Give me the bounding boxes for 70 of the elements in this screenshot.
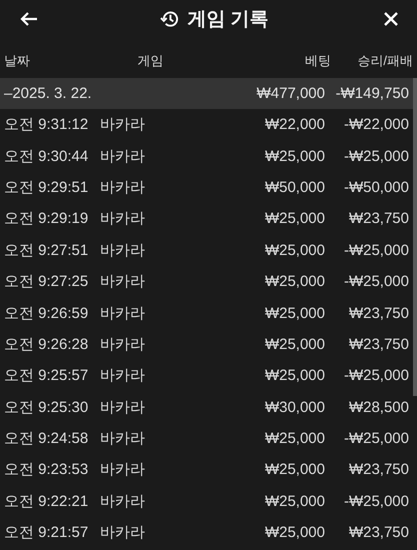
game-cell: 바카라	[100, 429, 145, 448]
group-bet-total: ₩477,000	[256, 85, 325, 102]
column-header: 베팅	[305, 52, 331, 70]
result-cell: ₩28,500	[348, 398, 409, 416]
game-cell: 바카라	[100, 398, 145, 417]
game-cell: 바카라	[100, 146, 145, 166]
bet-cell: ₩25,000	[264, 148, 325, 165]
bet-cell: ₩25,000	[264, 304, 325, 322]
bet-cell: ₩25,000	[264, 336, 325, 353]
back-arrow-icon	[20, 11, 38, 27]
time-cell: 오전 9:31:12	[4, 115, 88, 134]
time-cell: 오전 9:24:58	[4, 429, 88, 448]
time-cell: 오전 9:23:53	[4, 460, 88, 480]
game-cell: 바카라	[100, 178, 145, 197]
result-cell: -₩25,000	[344, 242, 409, 259]
close-icon	[383, 11, 399, 27]
bet-cell: ₩25,000	[264, 524, 325, 542]
result-cell: ₩23,750	[348, 461, 409, 478]
time-cell: 오전 9:29:19	[4, 209, 88, 228]
group-date: 2025. 3. 22.	[12, 85, 92, 102]
result-cell: ₩23,750	[348, 336, 409, 353]
bet-cell: ₩25,000	[264, 210, 325, 228]
result-cell: -₩25,000	[344, 492, 409, 510]
bet-cell: ₩30,000	[264, 398, 325, 416]
bet-cell: ₩25,000	[264, 461, 325, 478]
group-result-total: -₩149,750	[336, 85, 409, 102]
bet-cell: ₩25,000	[264, 492, 325, 510]
time-cell: 오전 9:30:44	[4, 146, 88, 166]
game-cell: 바카라	[100, 334, 145, 354]
time-cell: 오전 9:25:30	[4, 398, 88, 417]
game-cell: 바카라	[100, 115, 145, 134]
result-cell: -₩50,000	[344, 178, 409, 196]
history-icon	[160, 10, 180, 28]
result-cell: -₩25,000	[344, 273, 409, 290]
game-cell: 바카라	[100, 523, 145, 542]
game-cell: 바카라	[100, 366, 145, 386]
game-cell: 바카라	[100, 492, 145, 511]
scrollbar[interactable]	[413, 78, 417, 396]
time-cell: 오전 9:27:51	[4, 240, 88, 260]
time-cell: 오전 9:21:57	[4, 523, 88, 542]
bet-cell: ₩22,000	[264, 116, 325, 134]
result-cell: -₩25,000	[344, 367, 409, 384]
time-cell: 오전 9:26:59	[4, 304, 88, 323]
result-cell: ₩23,750	[348, 524, 409, 542]
result-cell: -₩25,000	[344, 430, 409, 448]
result-cell: -₩22,000	[344, 116, 409, 134]
bet-cell: ₩25,000	[264, 367, 325, 384]
game-cell: 바카라	[100, 272, 145, 292]
time-cell: 오전 9:27:25	[4, 272, 88, 292]
date-group-row[interactable]: –2025. 3. 22. ₩477,000 -₩149,750	[0, 78, 413, 109]
collapse-toggle[interactable]: –	[4, 85, 12, 102]
bet-cell: ₩25,000	[264, 273, 325, 290]
time-cell: 오전 9:25:57	[4, 366, 88, 386]
result-cell: -₩25,000	[344, 148, 409, 165]
bet-cell: ₩25,000	[264, 430, 325, 448]
game-cell: 바카라	[100, 460, 145, 480]
time-cell: 오전 9:22:21	[4, 492, 88, 511]
time-cell: 오전 9:29:51	[4, 178, 88, 197]
game-cell: 바카라	[100, 304, 145, 323]
column-header: 날짜	[4, 52, 30, 70]
game-cell: 바카라	[100, 209, 145, 228]
bet-cell: ₩50,000	[264, 178, 325, 196]
result-cell: ₩23,750	[348, 210, 409, 228]
result-cell: ₩23,750	[348, 304, 409, 322]
time-cell: 오전 9:26:28	[4, 334, 88, 354]
column-header: 게임	[138, 52, 164, 70]
game-cell: 바카라	[100, 240, 145, 260]
window-title: 게임 기록	[187, 8, 269, 32]
column-header: 승리/패배	[357, 52, 413, 70]
bet-cell: ₩25,000	[264, 242, 325, 259]
